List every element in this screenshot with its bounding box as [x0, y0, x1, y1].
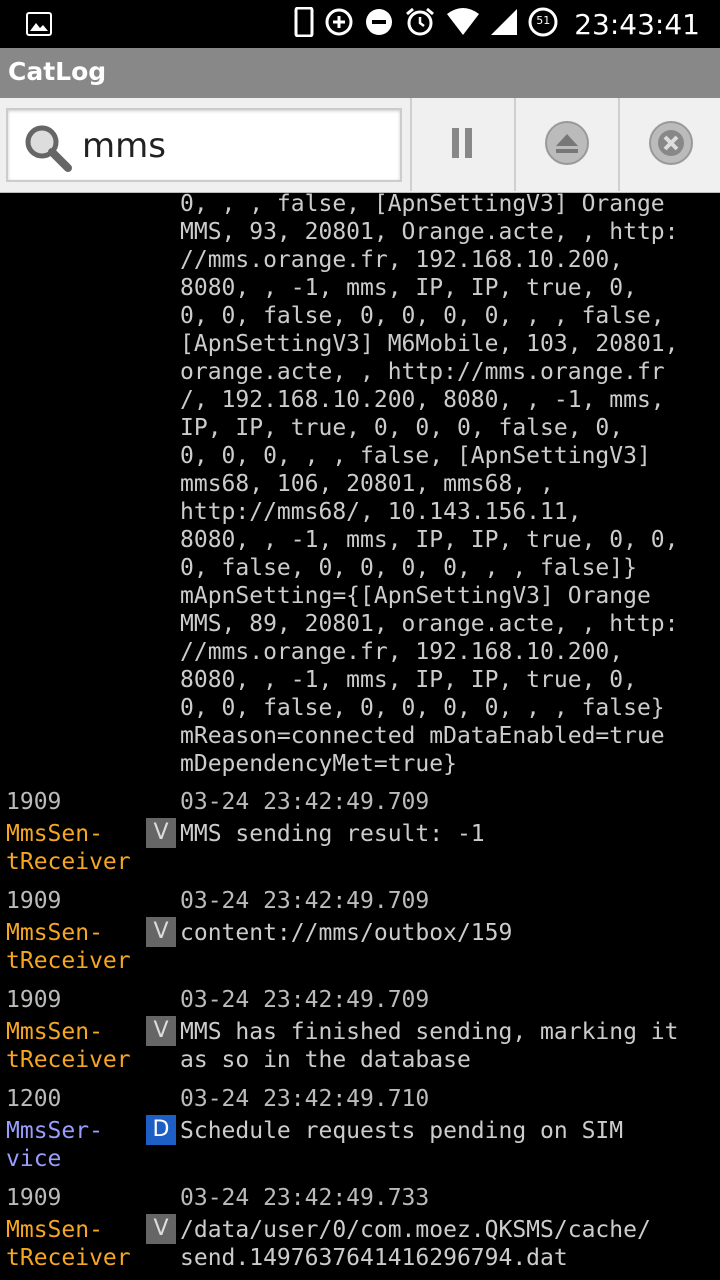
log-level-badge: D [146, 1115, 176, 1145]
log-pid: 1909 [6, 1185, 62, 1211]
log-level-badge: V [146, 818, 176, 848]
search-icon [22, 122, 74, 178]
status-bar: 51 23:43:41 [0, 0, 720, 48]
log-timestamp: 03-24 23:42:49.709 [180, 789, 430, 815]
battery-icon: 51 [528, 7, 558, 41]
clear-button[interactable] [618, 98, 720, 191]
log-pid: 1909 [6, 987, 62, 1013]
log-message: content://mms/outbox/159 [180, 920, 513, 946]
search-input[interactable] [82, 122, 392, 170]
log-tag: MmsSen- tReceiver [6, 1217, 131, 1271]
title-bar: CatLog [0, 48, 720, 98]
log-timestamp: 03-24 23:42:49.709 [180, 888, 430, 914]
log-message: MMS sending result: -1 [180, 821, 485, 847]
log-level-badge: V [146, 1016, 176, 1046]
search-box[interactable] [6, 108, 402, 182]
log-tag: MmsSer- vice [6, 1118, 103, 1172]
phone-icon [294, 6, 314, 41]
pause-icon [450, 126, 476, 164]
log-timestamp: 03-24 23:42:49.709 [180, 987, 430, 1013]
log-message: Schedule requests pending on SIM [180, 1118, 624, 1144]
wifi-icon [446, 8, 480, 40]
clear-icon [647, 119, 695, 171]
log-level-badge: V [146, 917, 176, 947]
signal-icon [490, 8, 518, 40]
log-tag: MmsSen- tReceiver [6, 1019, 131, 1073]
toolbar [0, 98, 720, 193]
log-timestamp: 03-24 23:42:49.733 [180, 1185, 430, 1211]
log-tag: MmsSen- tReceiver [6, 920, 131, 974]
data-saver-icon [324, 7, 354, 41]
alarm-icon [404, 6, 436, 42]
do-not-disturb-icon [364, 7, 394, 41]
log-pid: 1909 [6, 789, 62, 815]
log-list[interactable]: 0, , , false, [ApnSettingV3] Orange MMS,… [0, 192, 720, 1280]
log-timestamp: 03-24 23:42:49.710 [180, 1086, 430, 1112]
log-message: MMS has finished sending, marking it as … [180, 1019, 679, 1073]
scroll-top-button[interactable] [514, 98, 618, 191]
log-tag: MmsSen- tReceiver [6, 821, 131, 875]
log-pid: 1200 [6, 1086, 62, 1112]
app-title: CatLog [8, 57, 107, 86]
battery-label: 51 [536, 14, 551, 27]
image-icon [26, 12, 52, 40]
log-message: /data/user/0/com.moez.QKSMS/cache/ send.… [180, 1217, 651, 1271]
log-level-badge: V [146, 1214, 176, 1244]
log-pid: 1909 [6, 888, 62, 914]
log-continuation-text: 0, , , false, [ApnSettingV3] Orange MMS,… [180, 192, 679, 777]
clock: 23:43:41 [574, 7, 700, 41]
pause-button[interactable] [410, 98, 514, 191]
scroll-top-icon [543, 119, 591, 171]
